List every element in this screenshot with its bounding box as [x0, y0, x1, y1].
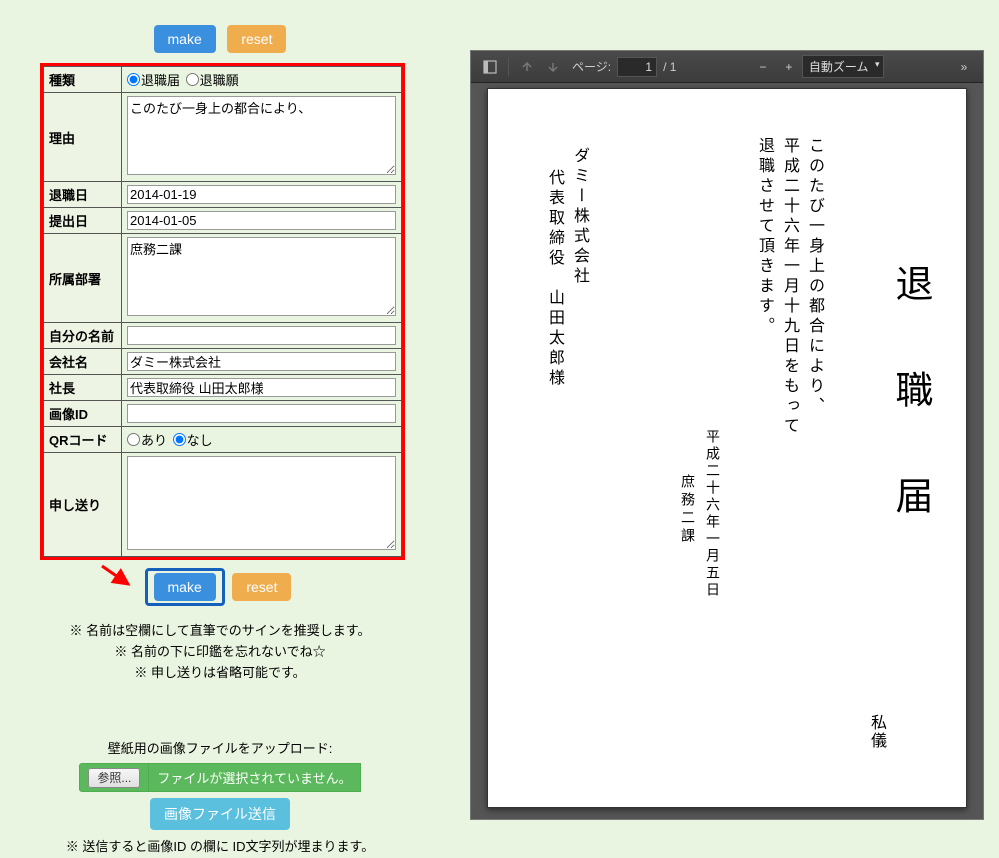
image-id-input[interactable] — [127, 404, 396, 423]
pdf-body[interactable]: 退職届 私儀 このたび一身上の都合により、 平成二十六年一月十九日をもって 退職… — [471, 83, 983, 819]
label-image-id: 画像ID — [44, 401, 122, 427]
note-line-2: ※ 名前の下に印鑑を忘れないでね☆ — [0, 642, 440, 663]
doc-company: ダミー株式会社 — [567, 147, 591, 287]
top-button-row: make reset — [0, 25, 440, 53]
sidebar-toggle-icon[interactable] — [478, 55, 502, 79]
radio-label-qr-yes: あり — [141, 430, 167, 449]
tools-expand-icon[interactable]: » — [952, 55, 976, 79]
label-submit-date: 提出日 — [44, 208, 122, 234]
zoom-select[interactable]: 自動ズーム ▾ — [802, 55, 884, 78]
prev-page-icon[interactable] — [515, 55, 539, 79]
cell-qr: あり なし — [122, 427, 402, 453]
zoom-out-icon[interactable]: − — [751, 55, 775, 79]
radio-type-request[interactable] — [186, 73, 199, 86]
department-textarea[interactable]: 庶務二課 — [127, 237, 396, 316]
chevron-down-icon: ▾ — [875, 59, 880, 70]
notes: ※ 名前は空欄にして直筆でのサインを推奨します。 ※ 名前の下に印鑑を忘れないで… — [0, 621, 440, 683]
reset-button-top[interactable]: reset — [227, 25, 286, 53]
label-company: 会社名 — [44, 349, 122, 375]
note-line-1: ※ 名前は空欄にして直筆でのサインを推奨します。 — [0, 621, 440, 642]
label-reason: 理由 — [44, 93, 122, 182]
radio-qr-no[interactable] — [173, 433, 186, 446]
pdf-toolbar: ページ: / 1 − + 自動ズーム ▾ » — [471, 51, 983, 83]
cell-type: 退職届 退職願 — [122, 67, 402, 93]
form-container: 種類 退職届 退職願 理由 このたび一身上の都合により、 退職日 提出日 — [40, 63, 405, 560]
make-button-bottom[interactable]: make — [154, 573, 216, 601]
zoom-value: 自動ズーム — [809, 60, 869, 74]
upload-heading: 壁紙用の画像ファイルをアップロード: — [0, 738, 440, 757]
radio-label-qr-no: なし — [187, 430, 213, 449]
page-label: ページ: — [572, 58, 611, 75]
pdf-page: 退職届 私儀 このたび一身上の都合により、 平成二十六年一月十九日をもって 退職… — [487, 88, 967, 808]
upload-hint: ※ 送信すると画像ID の欄に ID文字列が埋まります。 — [0, 836, 440, 855]
resign-date-input[interactable] — [127, 185, 396, 204]
company-input[interactable] — [127, 352, 396, 371]
radio-type-notice[interactable] — [127, 73, 140, 86]
file-status: ファイルが選択されていません。 — [149, 763, 360, 792]
doc-body-2: 平成二十六年一月十九日をもって — [777, 137, 801, 437]
radio-label-notice: 退職届 — [141, 70, 180, 89]
make-button-top[interactable]: make — [154, 25, 216, 53]
note-line-3: ※ 申し送りは省略可能です。 — [0, 663, 440, 684]
browse-button[interactable]: 参照... — [79, 763, 149, 792]
doc-title: 退職届 — [883, 264, 938, 624]
label-memo: 申し送り — [44, 453, 122, 557]
doc-submit-date: 平成二十六年一月五日 — [701, 429, 721, 599]
reset-button-bottom[interactable]: reset — [232, 573, 291, 601]
arrow-icon — [98, 562, 138, 592]
make-button-highlight: make — [145, 568, 225, 606]
page-number-input[interactable] — [617, 57, 657, 77]
bottom-button-row: make reset — [0, 568, 440, 606]
label-resign-date: 退職日 — [44, 182, 122, 208]
president-input[interactable] — [127, 378, 396, 397]
label-department: 所属部署 — [44, 234, 122, 323]
label-president: 社長 — [44, 375, 122, 401]
radio-label-request: 退職願 — [200, 70, 239, 89]
label-qr: QRコード — [44, 427, 122, 453]
upload-section: 壁紙用の画像ファイルをアップロード: 参照... ファイルが選択されていません。… — [0, 738, 440, 855]
reason-textarea[interactable]: このたび一身上の都合により、 — [127, 96, 396, 175]
browse-inner: 参照... — [88, 768, 140, 788]
doc-department: 庶務二課 — [676, 474, 696, 546]
submit-date-input[interactable] — [127, 211, 396, 230]
pdf-viewer: ページ: / 1 − + 自動ズーム ▾ » 退職届 私儀 このたび一身上の都合… — [470, 50, 984, 820]
doc-body-1: このたび一身上の都合により、 — [802, 137, 826, 417]
label-type: 種類 — [44, 67, 122, 93]
radio-qr-yes[interactable] — [127, 433, 140, 446]
doc-body-3: 退職させて頂きます。 — [752, 137, 776, 337]
doc-president: 代表取締役 山田太郎様 — [542, 169, 566, 389]
label-my-name: 自分の名前 — [44, 323, 122, 349]
my-name-input[interactable] — [127, 326, 396, 345]
upload-send-button[interactable]: 画像ファイル送信 — [150, 798, 290, 830]
page-total: / 1 — [663, 60, 676, 74]
memo-textarea[interactable] — [127, 456, 396, 550]
next-page-icon[interactable] — [541, 55, 565, 79]
doc-shigi: 私儀 — [864, 714, 888, 750]
zoom-in-icon[interactable]: + — [777, 55, 801, 79]
